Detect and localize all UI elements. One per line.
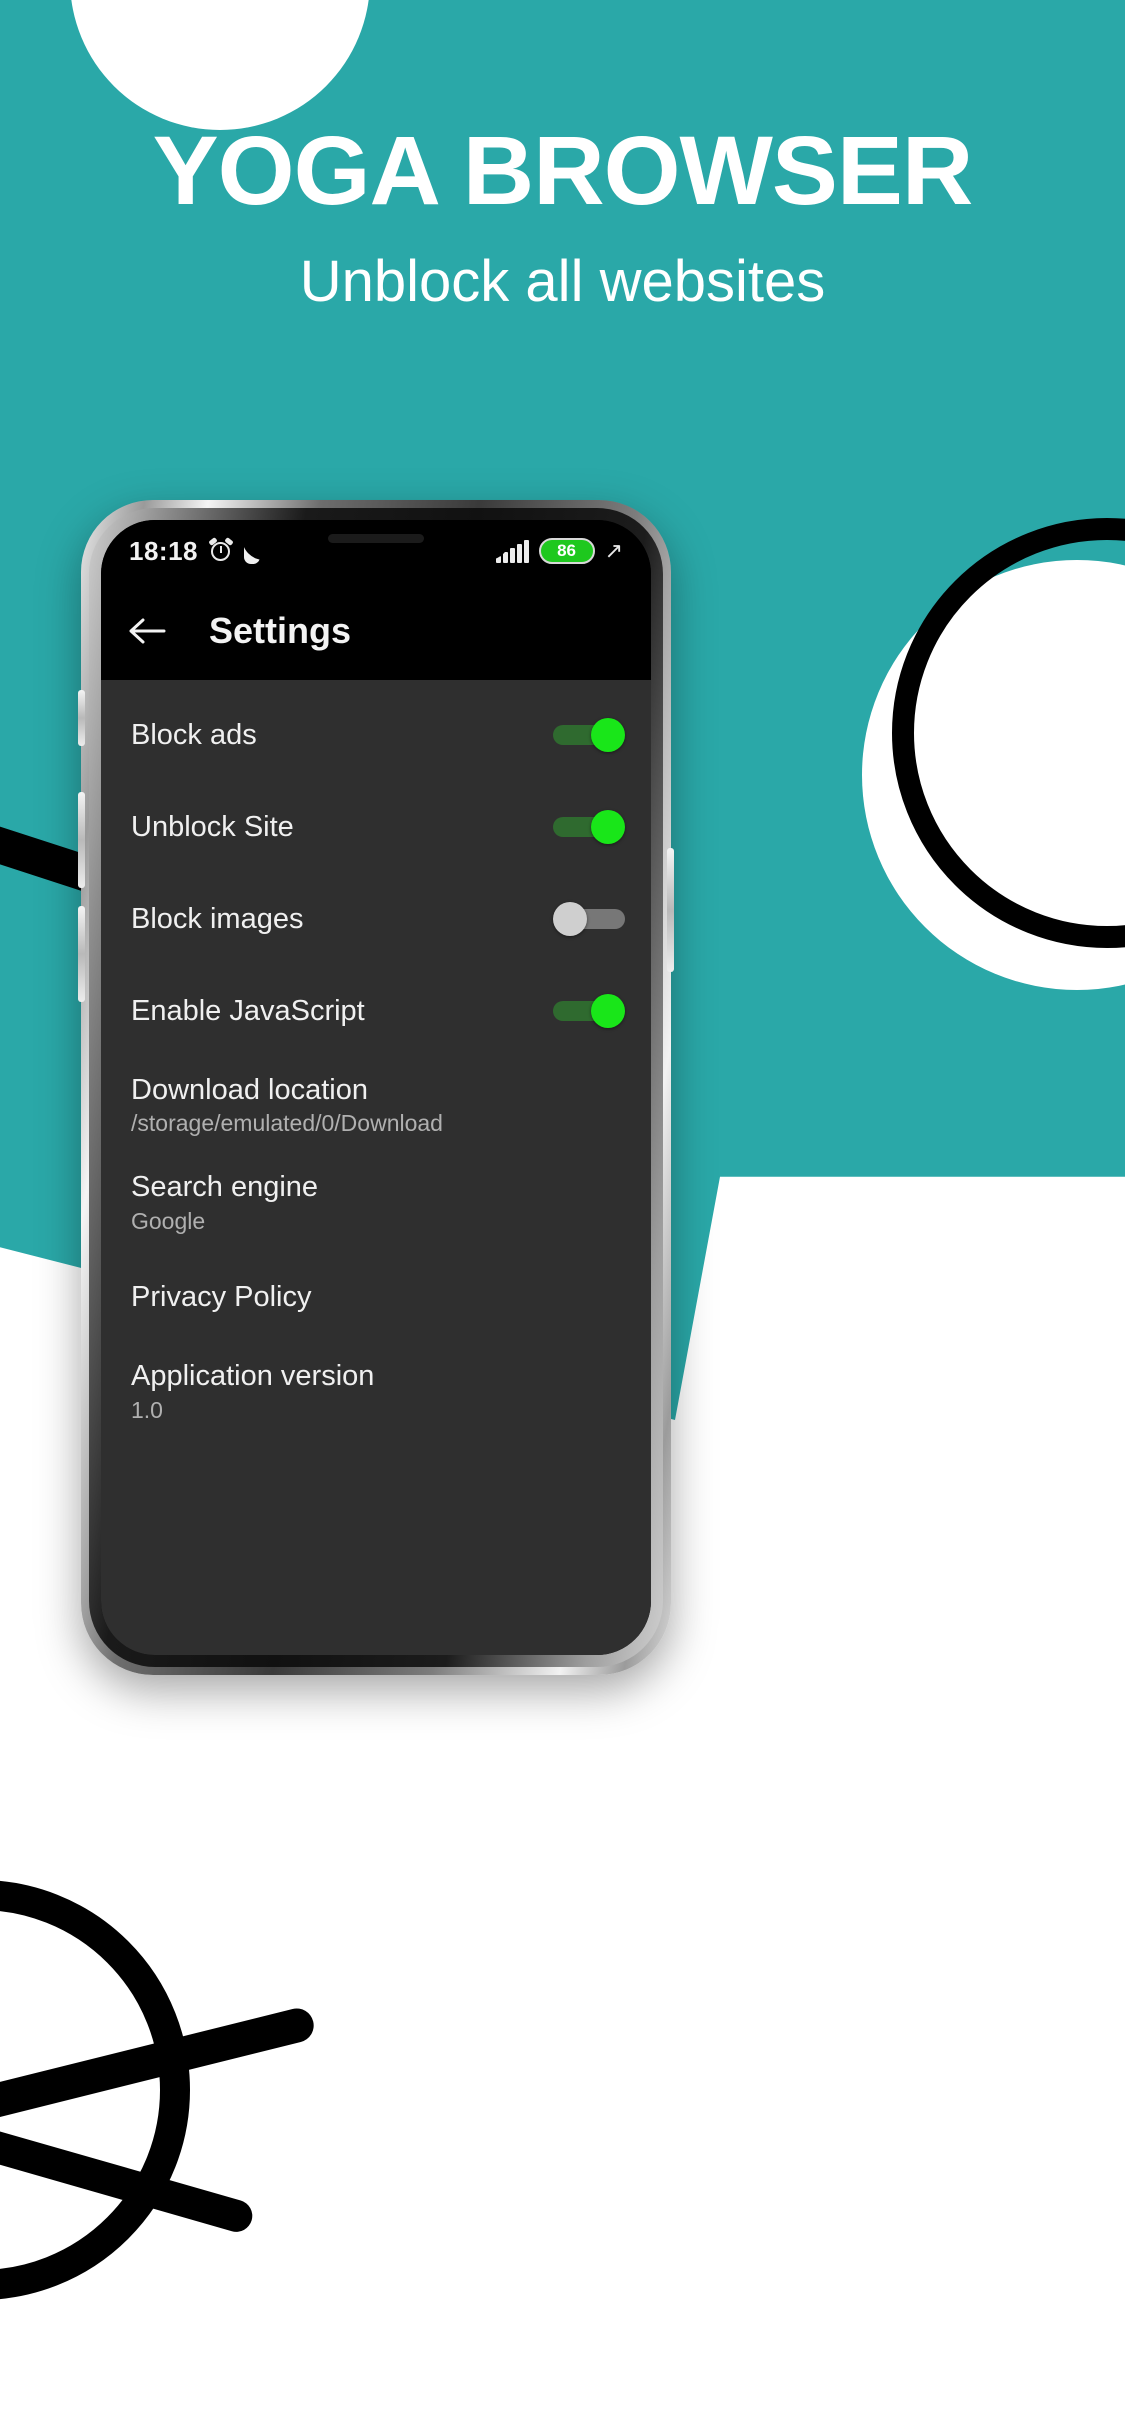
row-texts: Block images [131, 903, 303, 935]
setting-label: Application version [131, 1360, 375, 1393]
setting-value: /storage/emulated/0/Download [131, 1110, 443, 1137]
setting-row-block-ads[interactable]: Block ads [101, 706, 651, 764]
setting-row-block-images[interactable]: Block images [101, 890, 651, 948]
app-bar: Settings [101, 582, 651, 680]
block-ads-toggle[interactable] [553, 718, 625, 752]
setting-row-unblock-site[interactable]: Unblock Site [101, 798, 651, 856]
row-texts: Unblock Site [131, 811, 294, 843]
setting-label: Download location [131, 1074, 368, 1106]
row-texts: Enable JavaScript [131, 995, 365, 1027]
setting-row-privacy-policy[interactable]: Privacy Policy [101, 1268, 651, 1326]
enable-javascript-toggle[interactable] [553, 994, 625, 1028]
promo-headline-block: YOGA BROWSER Unblock all websites [0, 120, 1125, 314]
promo-subtitle: Unblock all websites [299, 248, 826, 314]
setting-row-download-location[interactable]: Download location /storage/emulated/0/Do… [101, 1074, 651, 1137]
row-texts: Search engine Google [131, 1171, 318, 1234]
display-notch [242, 520, 510, 560]
row-texts: Application version 1.0 [131, 1360, 374, 1423]
setting-value: Google [131, 1207, 206, 1234]
setting-row-search-engine[interactable]: Search engine Google [101, 1171, 651, 1234]
row-texts: Privacy Policy [131, 1281, 312, 1313]
setting-value: 1.0 [131, 1396, 163, 1423]
battery-icon: 86 [538, 538, 595, 564]
setting-row-enable-javascript[interactable]: Enable JavaScript [101, 982, 651, 1040]
alarm-clock-icon [208, 537, 234, 563]
earpiece-speaker [328, 534, 424, 543]
setting-label: Block ads [131, 718, 257, 751]
mute-switch-button[interactable] [78, 690, 85, 746]
phone-mockup: 18:18 4G 86 ↗ [78, 500, 674, 1675]
setting-label: Enable JavaScript [131, 994, 365, 1027]
setting-label: Unblock Site [131, 810, 294, 843]
promo-title: YOGA BROWSER [152, 116, 974, 225]
battery-level-label: 86 [557, 541, 577, 560]
volume-down-button[interactable] [78, 906, 85, 1002]
block-images-toggle[interactable] [553, 902, 625, 936]
status-time: 18:18 [129, 535, 198, 566]
page-title: Settings [209, 610, 352, 651]
back-button[interactable] [125, 609, 169, 653]
setting-row-application-version: Application version 1.0 [101, 1360, 651, 1423]
setting-label: Privacy Policy [131, 1281, 312, 1314]
row-texts: Download location /storage/emulated/0/Do… [131, 1074, 443, 1137]
row-texts: Block ads [131, 719, 257, 751]
setting-label: Block images [131, 902, 304, 935]
volume-up-button[interactable] [78, 792, 85, 888]
unblock-site-toggle[interactable] [553, 810, 625, 844]
power-button[interactable] [667, 848, 674, 972]
charging-bolt-icon: ↗ [604, 538, 623, 563]
status-bar-left: 18:18 [129, 536, 260, 567]
setting-label: Search engine [131, 1171, 319, 1204]
settings-list: Block ads Unblock Site Block images Enab… [101, 680, 651, 1655]
phone-screen: 18:18 4G 86 ↗ [101, 520, 651, 1655]
back-arrow-icon [129, 618, 166, 644]
